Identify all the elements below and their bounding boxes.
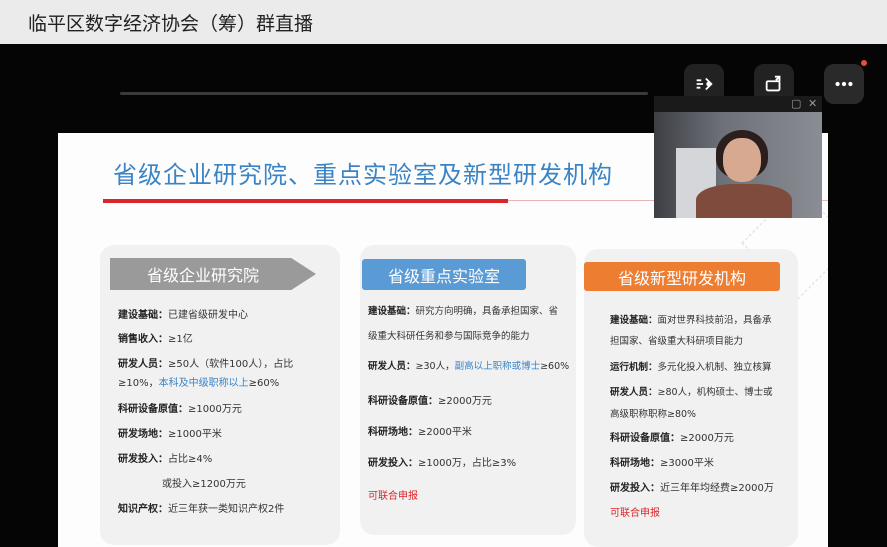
card2-row: 研发投入：≥1000万，占比≥3% <box>368 458 517 469</box>
card2-row: 级重大科研任务和参与国际竞争的能力 <box>368 331 530 342</box>
card1-row: ≥10%，本科及中级职称以上≥60% <box>118 378 280 389</box>
presenter-face <box>723 138 761 182</box>
stream-progress-line <box>120 92 648 95</box>
card3-row: 可联合申报 <box>610 508 660 519</box>
card1-row: 研发人员：≥50人（软件100人），占比 <box>118 359 294 370</box>
card-header-key-laboratory: 省级重点实验室 <box>362 259 526 290</box>
card3-row: 研发投入：近三年年均经费≥2000万 <box>610 483 774 494</box>
rotate-screen-icon <box>765 75 781 92</box>
live-stream-stage: 省级企业研究院、重点实验室及新型研发机构 省级企业研究院 省级重点实验室 省级新… <box>0 44 887 547</box>
card2-row: 科研场地：≥2000平米 <box>368 427 472 438</box>
card1-row: 或投入≥1200万元 <box>162 479 246 490</box>
card1-row: 科研设备原值：≥1000万元 <box>118 404 242 415</box>
card3-row: 研发人员：≥80人，机构硕士、博士或 <box>610 387 773 398</box>
card1-row: 建设基础：已建省级研发中心 <box>118 310 248 321</box>
card3-row: 建设基础：面对世界科技前沿，具备承 <box>610 315 772 326</box>
window-title-bar: 临平区数字经济协会（筹）群直播 <box>0 0 887 44</box>
more-options-button[interactable] <box>824 64 864 104</box>
card3-row: 科研场地：≥3000平米 <box>610 458 714 469</box>
webcam-video[interactable] <box>654 112 822 218</box>
webcam-restore-button[interactable]: ▢ <box>791 97 801 110</box>
slide-title: 省级企业研究院、重点实验室及新型研发机构 <box>113 161 613 189</box>
card3-row: 担国家、省级重大科研项目能力 <box>610 336 744 347</box>
card1-row: 知识产权：近三年获一类知识产权2件 <box>118 504 285 515</box>
title-underline <box>103 199 508 203</box>
card1-row: 研发投入：占比≥4% <box>118 454 213 465</box>
card3-row: 运行机制：多元化投入机制、独立核算 <box>610 362 772 373</box>
card1-row: 销售收入：≥1亿 <box>118 334 193 345</box>
card3-row: 科研设备原值：≥2000万元 <box>610 433 734 444</box>
notification-dot <box>861 60 867 66</box>
card1-row: 研发场地：≥1000平米 <box>118 429 222 440</box>
card2-row: 科研设备原值：≥2000万元 <box>368 396 492 407</box>
more-icon <box>835 81 853 87</box>
card-enterprise-research-institute <box>100 245 340 545</box>
card3-row: 高级职称职称≥80% <box>610 409 697 420</box>
audio-sync-icon <box>696 77 713 91</box>
window-title: 临平区数字经济协会（筹）群直播 <box>28 12 314 35</box>
webcam-close-button[interactable]: ✕ <box>808 97 817 110</box>
card2-row: 研发人员：≥30人，副高以上职称或博士≥60% <box>368 361 570 372</box>
card-header-new-rd-institution: 省级新型研发机构 <box>584 262 780 291</box>
card2-row: 建设基础：研究方向明确，具备承担国家、省 <box>368 306 559 317</box>
card-header-enterprise-research-institute: 省级企业研究院 <box>110 258 316 290</box>
webcam-window-bar: ▢ ✕ <box>654 96 822 112</box>
card2-row: 可联合申报 <box>368 491 418 502</box>
presenter-body <box>696 184 792 218</box>
